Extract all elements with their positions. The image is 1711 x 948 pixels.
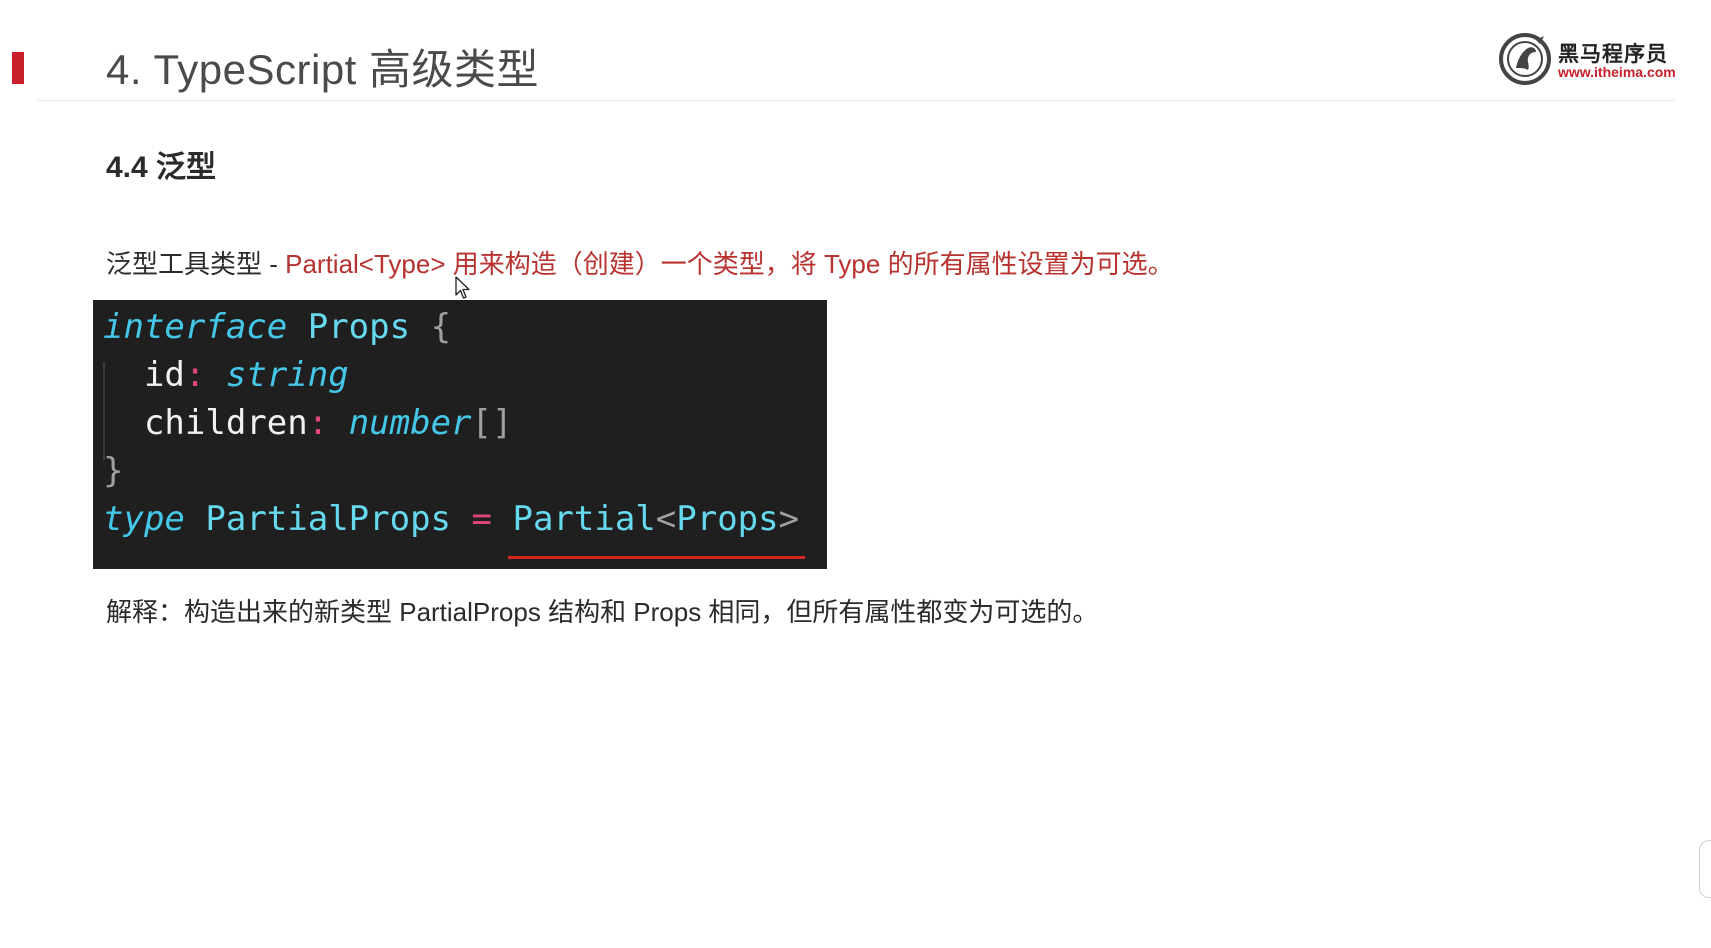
code-line-2: id: string <box>103 350 349 400</box>
code-block: interface Props { id: string children: n… <box>93 300 827 569</box>
code-generic-name: Partial <box>512 499 656 539</box>
code-type-alias-name: PartialProps <box>205 499 452 539</box>
code-angle-open: < <box>655 499 677 539</box>
code-angle-close: > <box>778 499 800 539</box>
code-line-5: type PartialProps = Partial<Props> <box>103 494 799 544</box>
code-property: id <box>143 355 185 395</box>
code-array-suffix: [] <box>471 403 513 443</box>
description-highlight: Partial<Type> 用来构造（创建）一个类型，将 Type 的所有属性设… <box>285 249 1174 279</box>
code-type: string <box>225 355 349 395</box>
code-type: number <box>348 403 472 443</box>
code-colon: : <box>307 403 329 443</box>
description-prefix: 泛型工具类型 - <box>106 249 286 279</box>
code-property: children <box>143 403 308 443</box>
code-interface-name: Props <box>307 307 411 347</box>
description-line: 泛型工具类型 - Partial<Type> 用来构造（创建）一个类型，将 Ty… <box>106 244 1174 281</box>
mouse-pointer-icon <box>455 276 470 299</box>
red-underline-annotation <box>508 556 805 559</box>
code-brace-close: } <box>103 451 124 491</box>
code-line-1: interface Props { <box>103 302 451 352</box>
side-edge-tab[interactable] <box>1699 840 1711 898</box>
section-heading: 4.4 泛型 <box>106 151 217 184</box>
slide: 4. TypeScript 高级类型 黑马程序员 www.itheima.com… <box>0 0 1711 948</box>
accent-bar <box>12 52 24 84</box>
code-colon: : <box>184 355 206 395</box>
header-divider <box>38 100 1674 101</box>
code-keyword: interface <box>103 307 288 347</box>
brand-logo: 黑马程序员 www.itheima.com <box>1498 32 1678 86</box>
code-line-3: children: number[] <box>103 398 513 448</box>
code-brace-open: { <box>430 307 452 347</box>
explanation-text: 解释：构造出来的新类型 PartialProps 结构和 Props 相同，但所… <box>106 597 1099 627</box>
itheima-horse-logo-icon <box>1499 33 1551 85</box>
code-generic-arg: Props <box>676 499 779 539</box>
code-operator: = <box>471 499 492 539</box>
logo-url: www.itheima.com <box>1558 64 1676 80</box>
code-line-4: } <box>103 446 123 496</box>
code-keyword: type <box>103 499 185 539</box>
page-title: 4. TypeScript 高级类型 <box>106 46 540 93</box>
